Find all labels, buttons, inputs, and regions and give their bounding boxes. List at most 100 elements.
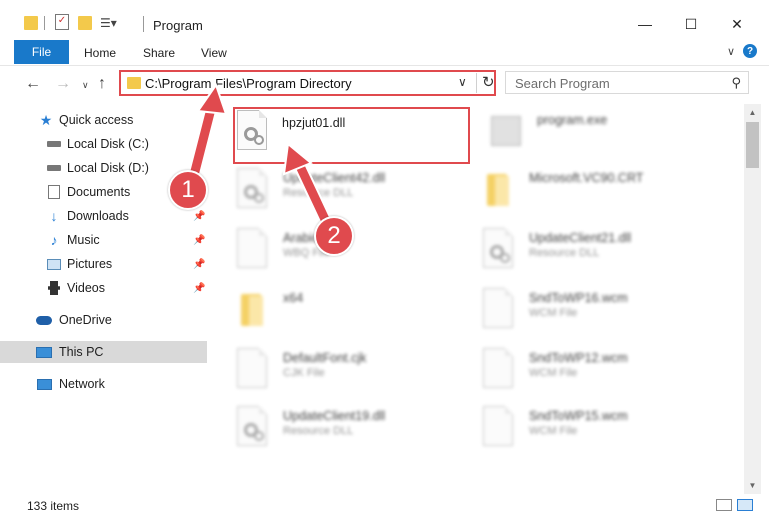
file-type: CJK File bbox=[283, 367, 325, 379]
navigation-bar: ← → ∨ ↑ C:\Program Files\Program Directo… bbox=[0, 66, 769, 102]
tab-share[interactable]: Share bbox=[143, 46, 175, 60]
recent-locations-icon[interactable]: ∨ bbox=[82, 80, 89, 91]
folder-icon bbox=[237, 288, 273, 332]
tab-view[interactable]: View bbox=[201, 46, 227, 60]
sidebar-item-label: Documents bbox=[67, 185, 131, 199]
callout-2: 2 bbox=[314, 216, 354, 256]
computer-icon bbox=[36, 344, 52, 360]
tab-file[interactable]: File bbox=[14, 40, 69, 64]
close-icon: ✕ bbox=[731, 15, 743, 32]
dll-icon bbox=[237, 406, 273, 450]
dll-icon bbox=[237, 168, 273, 212]
file-name: Microsoft.VC90.CRT bbox=[529, 171, 644, 185]
download-icon: ↓ bbox=[50, 208, 58, 224]
sidebar-item-network[interactable]: Network bbox=[0, 373, 207, 395]
file-item-sndtowp12[interactable]: SndToWP12.wcm WCM File bbox=[483, 348, 723, 400]
up-arrow-icon[interactable]: ↑ bbox=[98, 75, 106, 93]
address-dropdown-icon[interactable]: ∨ bbox=[458, 75, 467, 89]
file-icon bbox=[483, 288, 519, 332]
file-item-program-exe[interactable]: program.exe bbox=[491, 110, 731, 162]
item-count: 133 items bbox=[27, 499, 80, 513]
file-item-sndtowp15[interactable]: SndToWP15.wcm WCM File bbox=[483, 406, 723, 458]
file-item-x64[interactable]: x64 bbox=[237, 288, 477, 340]
scroll-thumb[interactable] bbox=[746, 122, 759, 168]
pin-icon[interactable]: 📌 bbox=[193, 259, 205, 270]
file-type: Resource DLL bbox=[283, 187, 354, 199]
file-item-sndtowp16[interactable]: SndToWP16.wcm WCM File bbox=[483, 288, 723, 340]
search-placeholder: Search Program bbox=[515, 76, 610, 91]
file-item-updateclient21[interactable]: UpdateClient21.dll Resource DLL bbox=[483, 228, 723, 280]
cloud-icon bbox=[36, 312, 52, 328]
help-icon[interactable]: ? bbox=[743, 44, 757, 58]
network-icon bbox=[36, 376, 52, 392]
file-type: WCM File bbox=[529, 367, 578, 379]
minimize-button[interactable]: — bbox=[622, 10, 668, 38]
chevron-down-icon[interactable]: ∨ bbox=[727, 45, 735, 58]
sidebar-item-label: Videos bbox=[67, 281, 105, 295]
search-icon[interactable]: ⚲ bbox=[731, 75, 741, 91]
sidebar-item-music[interactable]: ♪ Music 📌 bbox=[0, 229, 207, 251]
sidebar-item-label: Local Disk (D:) bbox=[67, 161, 149, 175]
pin-icon[interactable]: 📌 bbox=[193, 283, 205, 294]
file-type: Resource DLL bbox=[529, 247, 600, 259]
file-name: UpdateClient42.dll bbox=[283, 171, 386, 185]
large-icons-view-icon[interactable] bbox=[737, 499, 753, 511]
drive-icon bbox=[46, 136, 62, 152]
file-name: x64 bbox=[283, 291, 304, 305]
search-input[interactable]: Search Program ⚲ bbox=[505, 71, 749, 94]
file-item-arabic[interactable]: Arabic WBQ File bbox=[237, 228, 477, 280]
scroll-up-icon[interactable]: ▲ bbox=[744, 104, 761, 121]
title-separator bbox=[143, 16, 144, 32]
file-item-defaultfont[interactable]: DefaultFont.cjk CJK File bbox=[237, 348, 477, 400]
sidebar-item-videos[interactable]: Videos 📌 bbox=[0, 277, 207, 299]
pictures-icon bbox=[46, 256, 62, 272]
pin-icon[interactable]: 📌 bbox=[193, 211, 205, 222]
sidebar-item-this-pc[interactable]: This PC bbox=[0, 341, 207, 363]
new-folder-icon[interactable] bbox=[78, 16, 92, 30]
sidebar-item-label: OneDrive bbox=[59, 313, 112, 327]
sidebar-item-downloads[interactable]: ↓ Downloads 📌 bbox=[0, 205, 207, 227]
address-bar[interactable]: C:\Program Files\Program Directory ∨ ↻ bbox=[119, 70, 496, 96]
file-item-microsoft-vc90[interactable]: Microsoft.VC90.CRT bbox=[483, 168, 723, 220]
music-icon: ♪ bbox=[50, 232, 58, 248]
folder-icon bbox=[483, 168, 519, 212]
address-path[interactable]: C:\Program Files\Program Directory bbox=[145, 76, 352, 91]
tab-home[interactable]: Home bbox=[84, 46, 116, 60]
file-name: SndToWP12.wcm bbox=[529, 351, 628, 365]
back-arrow-icon[interactable]: ← bbox=[25, 75, 41, 93]
customize-qat-icon[interactable]: ☰▾ bbox=[100, 16, 117, 38]
documents-icon bbox=[46, 184, 62, 200]
file-item-updateclient42[interactable]: UpdateClient42.dll Resource DLL bbox=[237, 168, 477, 220]
status-bar: 133 items bbox=[0, 494, 769, 516]
maximize-icon: ☐ bbox=[684, 15, 698, 32]
sidebar-item-label: Music bbox=[67, 233, 100, 247]
file-type: WCM File bbox=[529, 307, 578, 319]
sidebar-item-label: Network bbox=[59, 377, 105, 391]
file-type: WCM File bbox=[529, 425, 578, 437]
sidebar-item-onedrive[interactable]: OneDrive bbox=[0, 309, 207, 331]
properties-icon[interactable]: ✓ bbox=[55, 14, 69, 30]
sidebar-item-local-disk-c[interactable]: Local Disk (C:) bbox=[0, 133, 207, 155]
sidebar-item-label: Downloads bbox=[67, 209, 129, 223]
refresh-icon[interactable]: ↻ bbox=[476, 73, 495, 93]
folder-icon bbox=[127, 77, 141, 89]
minimize-icon: — bbox=[638, 16, 652, 32]
pin-icon[interactable]: 📌 bbox=[193, 235, 205, 246]
details-view-icon[interactable] bbox=[716, 499, 732, 511]
sidebar-item-label: Quick access bbox=[59, 113, 134, 127]
file-type: Resource DLL bbox=[283, 425, 354, 437]
file-icon bbox=[237, 348, 273, 392]
scroll-down-icon[interactable]: ▼ bbox=[744, 477, 761, 494]
videos-icon bbox=[46, 280, 62, 296]
file-icon bbox=[483, 348, 519, 392]
file-name: UpdateClient21.dll bbox=[529, 231, 632, 245]
sidebar-item-quick-access[interactable]: ★ Quick access bbox=[0, 109, 207, 131]
sidebar-item-pictures[interactable]: Pictures 📌 bbox=[0, 253, 207, 275]
window-title: Program bbox=[153, 18, 203, 33]
close-button[interactable]: ✕ bbox=[714, 10, 760, 38]
maximize-button[interactable]: ☐ bbox=[668, 10, 714, 38]
vertical-scrollbar[interactable]: ▲ ▼ bbox=[744, 104, 761, 494]
forward-arrow-icon[interactable]: → bbox=[55, 75, 71, 93]
file-item-updateclient19[interactable]: UpdateClient19.dll Resource DLL bbox=[237, 406, 477, 458]
sidebar-item-label: Pictures bbox=[67, 257, 113, 271]
